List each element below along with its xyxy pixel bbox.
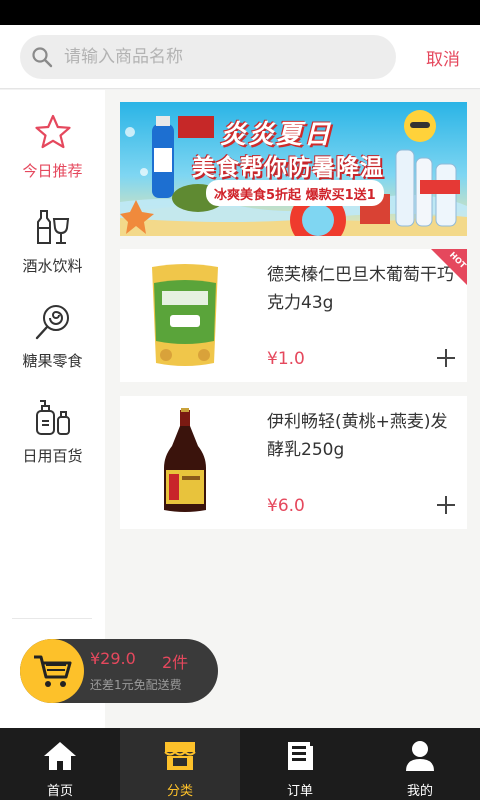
category-sidebar: 今日推荐 酒水饮料 糖果零食 日用百货 (0, 90, 105, 728)
sidebar-item-label: 酒水饮料 (22, 257, 83, 275)
sidebar-divider (12, 618, 92, 619)
star-icon (33, 112, 73, 152)
sidebar-item-label: 今日推荐 (22, 162, 83, 180)
tab-label: 订单 (286, 784, 313, 799)
tab-label: 分类 (166, 784, 193, 799)
tab-home[interactable]: 首页 (0, 728, 120, 800)
product-list-area: 炎炎夏日 美食帮你防暑降温 冰爽美食5折起 爆款买1送1 德芙榛仁巴旦木葡萄干巧… (105, 90, 480, 728)
sidebar-item-drinks[interactable]: 酒水饮料 (0, 185, 105, 280)
cancel-button[interactable]: 取消 (426, 45, 460, 70)
product-image (140, 261, 230, 369)
tab-label: 我的 (406, 784, 433, 799)
banner-promo: 冰爽美食5折起 爆款买1送1 (206, 180, 384, 206)
add-to-cart-icon[interactable] (435, 347, 457, 369)
store-icon (160, 736, 200, 776)
search-input[interactable] (64, 47, 364, 67)
tab-label: 首页 (46, 784, 73, 799)
tab-orders[interactable]: 订单 (240, 728, 360, 800)
product-price: ¥6.0 (267, 496, 305, 516)
lollipop-icon (33, 302, 73, 342)
order-list-icon (280, 736, 320, 776)
product-name: 伊利畅轻(黄桃+燕麦)发酵乳250g (267, 412, 448, 460)
search-bar[interactable] (20, 35, 396, 79)
cart-icon[interactable] (20, 639, 84, 703)
search-icon (20, 35, 64, 79)
product-price: ¥1.0 (267, 349, 305, 369)
bottle-glass-icon (33, 207, 73, 247)
sidebar-item-label: 糖果零食 (22, 352, 83, 370)
bottom-tab-bar: 首页 分类 订单 我的 (0, 728, 480, 800)
product-card[interactable]: 德芙榛仁巴旦木葡萄干巧克力43g ¥1.0 HOT (120, 249, 468, 382)
product-image (140, 408, 230, 516)
add-to-cart-icon[interactable] (435, 494, 457, 516)
cart-count: 2件 (162, 653, 189, 672)
status-bar (0, 0, 480, 25)
product-card[interactable]: 伊利畅轻(黄桃+燕麦)发酵乳250g ¥6.0 (120, 396, 467, 529)
sidebar-item-recommended[interactable]: 今日推荐 (0, 90, 105, 185)
user-icon (400, 736, 440, 776)
cart-summary[interactable]: ¥29.0 2件 还差1元免配送费 (20, 639, 218, 703)
header: 取消 (0, 25, 480, 89)
banner-title: 炎炎夏日 (220, 120, 333, 150)
delivery-fee-hint: 还差1元免配送费 (90, 678, 182, 692)
home-icon (40, 736, 80, 776)
toiletries-icon (33, 397, 73, 437)
cart-total: ¥29.0 (90, 649, 136, 668)
hot-badge: HOT (431, 249, 468, 285)
tab-mine[interactable]: 我的 (360, 728, 480, 800)
sidebar-item-daily-goods[interactable]: 日用百货 (0, 375, 105, 470)
promo-banner[interactable]: 炎炎夏日 美食帮你防暑降温 冰爽美食5折起 爆款买1送1 (120, 102, 467, 236)
tab-category[interactable]: 分类 (120, 728, 240, 800)
banner-subtitle: 美食帮你防暑降温 (192, 155, 384, 181)
sidebar-item-label: 日用百货 (22, 447, 83, 465)
sidebar-item-snacks[interactable]: 糖果零食 (0, 280, 105, 375)
